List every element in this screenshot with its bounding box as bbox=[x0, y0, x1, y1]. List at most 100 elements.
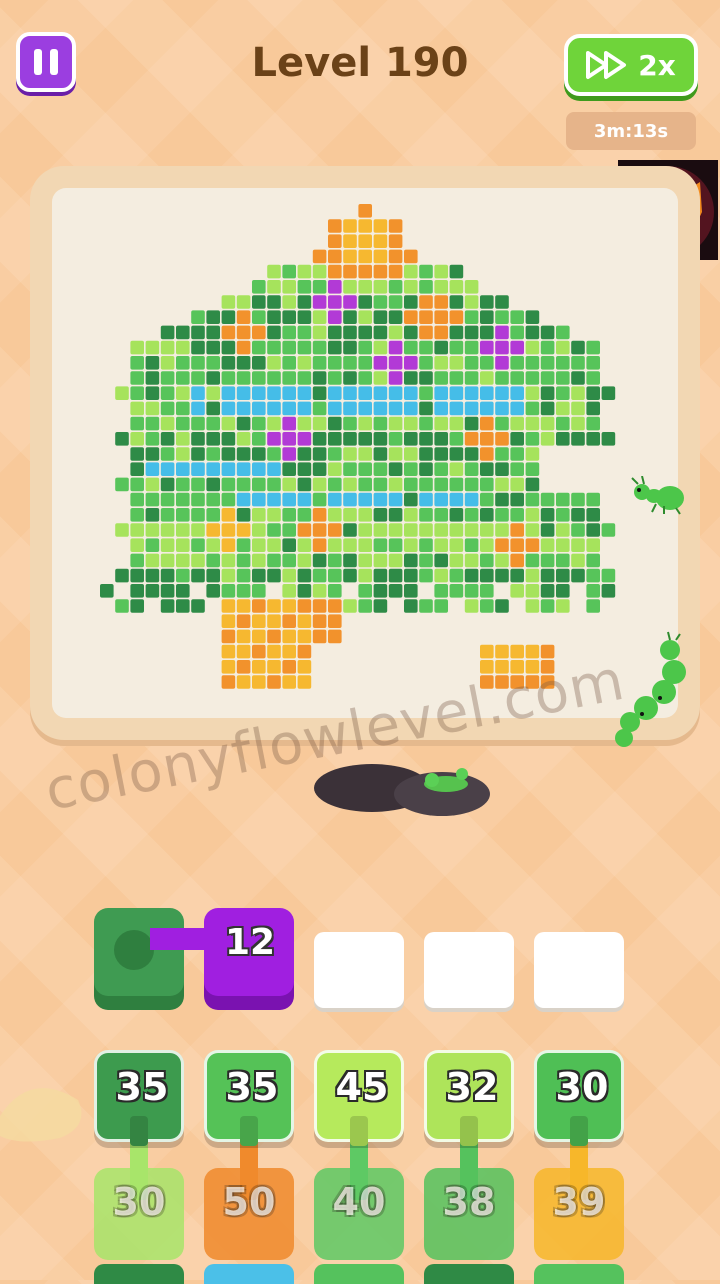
pixel-block bbox=[328, 584, 342, 598]
pixel-block bbox=[252, 492, 266, 507]
pixel-block bbox=[464, 599, 479, 613]
queue-slot-empty[interactable] bbox=[424, 932, 514, 1008]
pixel-block bbox=[540, 644, 555, 659]
pixel-block bbox=[571, 416, 585, 431]
pixel-block bbox=[130, 416, 144, 431]
pixel-block bbox=[221, 660, 236, 674]
pixel-block bbox=[176, 340, 190, 355]
queue-slot-active[interactable]: 12 bbox=[204, 908, 296, 1010]
pixel-block bbox=[176, 523, 190, 537]
pixel-block bbox=[282, 644, 296, 659]
queue-slot-empty[interactable] bbox=[534, 932, 624, 1008]
queue-slot-filled[interactable] bbox=[94, 908, 186, 1010]
pixel-block bbox=[434, 325, 448, 340]
stack-bottom-cube[interactable]: 38 bbox=[424, 1168, 514, 1260]
pixel-block bbox=[328, 325, 342, 340]
pixel-block bbox=[480, 416, 494, 431]
pixel-block bbox=[525, 462, 540, 476]
pixel-block bbox=[252, 416, 266, 431]
pixel-block bbox=[312, 249, 327, 264]
stack-bottom-cube[interactable]: 40 bbox=[314, 1168, 404, 1260]
pixel-block bbox=[525, 386, 540, 400]
pixel-block bbox=[540, 508, 555, 522]
stack-bottom-count: 50 bbox=[222, 1180, 276, 1224]
pixel-block bbox=[449, 538, 464, 552]
pixel-block bbox=[252, 356, 266, 370]
pixel-block bbox=[556, 386, 570, 400]
pixel-block bbox=[267, 432, 281, 446]
pixel-block bbox=[358, 416, 372, 431]
pixel-block bbox=[404, 295, 418, 309]
pixel-block bbox=[404, 340, 418, 355]
pixel-block bbox=[358, 584, 372, 598]
pixel-block bbox=[312, 508, 327, 522]
stack-bottom-cube[interactable]: 50 bbox=[204, 1168, 294, 1260]
pixel-block bbox=[540, 340, 555, 355]
pixel-block bbox=[388, 462, 403, 476]
pixel-block bbox=[130, 356, 144, 370]
pixel-block bbox=[176, 432, 190, 446]
pixel-block bbox=[343, 356, 357, 370]
pixel-block bbox=[130, 584, 144, 598]
pixel-block bbox=[404, 462, 418, 476]
pixel-block bbox=[358, 568, 372, 583]
pixel-block bbox=[358, 401, 372, 416]
pixel-block bbox=[297, 477, 312, 492]
pixel-block bbox=[282, 356, 296, 370]
pixel-block bbox=[419, 340, 433, 355]
pixel-block bbox=[358, 249, 372, 264]
pixel-block bbox=[358, 264, 372, 279]
pixel-block bbox=[586, 568, 600, 583]
pixel-block bbox=[464, 553, 479, 568]
pixel-block bbox=[343, 295, 357, 309]
pixel-block bbox=[312, 477, 327, 492]
pixel-block bbox=[267, 325, 281, 340]
pixel-block bbox=[343, 264, 357, 279]
pixel-block bbox=[388, 310, 403, 324]
pixel-block bbox=[282, 447, 296, 461]
pixel-block bbox=[373, 219, 388, 233]
pixel-block bbox=[176, 553, 190, 568]
pixel-block bbox=[510, 584, 524, 598]
pixel-block bbox=[297, 447, 312, 461]
pixel-block bbox=[145, 568, 160, 583]
pixel-block bbox=[312, 614, 327, 628]
pixel-block bbox=[525, 553, 540, 568]
pixel-block bbox=[525, 356, 540, 370]
pixel-block bbox=[388, 584, 403, 598]
pixel-block bbox=[221, 401, 236, 416]
pixel-block bbox=[130, 553, 144, 568]
pixel-block bbox=[525, 371, 540, 385]
pixel-block bbox=[312, 264, 327, 279]
pixel-block bbox=[191, 492, 205, 507]
pixel-block bbox=[586, 508, 600, 522]
pixel-block bbox=[404, 264, 418, 279]
pixel-block bbox=[206, 356, 220, 370]
pixel-block bbox=[297, 401, 312, 416]
pixel-block bbox=[130, 523, 144, 537]
stack-bottom-cube[interactable]: 39 bbox=[534, 1168, 624, 1260]
pixel-block bbox=[130, 538, 144, 552]
pixel-block bbox=[480, 584, 494, 598]
pixel-block bbox=[130, 568, 144, 583]
queue-slot-empty[interactable] bbox=[314, 932, 404, 1008]
pixel-block bbox=[236, 310, 251, 324]
pixel-block bbox=[176, 508, 190, 522]
pixel-block bbox=[312, 553, 327, 568]
pixel-block bbox=[267, 401, 281, 416]
pixel-block bbox=[221, 325, 236, 340]
pixel-block bbox=[434, 356, 448, 370]
pixel-block bbox=[312, 325, 327, 340]
pixel-block bbox=[419, 295, 433, 309]
pixel-block bbox=[145, 538, 160, 552]
stack-bottom-cube[interactable]: 30 bbox=[94, 1168, 184, 1260]
pixel-block bbox=[160, 568, 175, 583]
pixel-block bbox=[343, 492, 357, 507]
pixel-block bbox=[252, 371, 266, 385]
pixel-block bbox=[464, 432, 479, 446]
pixel-block bbox=[495, 295, 509, 309]
pixel-block bbox=[343, 432, 357, 446]
pixel-block bbox=[373, 447, 388, 461]
pixel-block bbox=[404, 310, 418, 324]
pixel-block bbox=[221, 584, 236, 598]
